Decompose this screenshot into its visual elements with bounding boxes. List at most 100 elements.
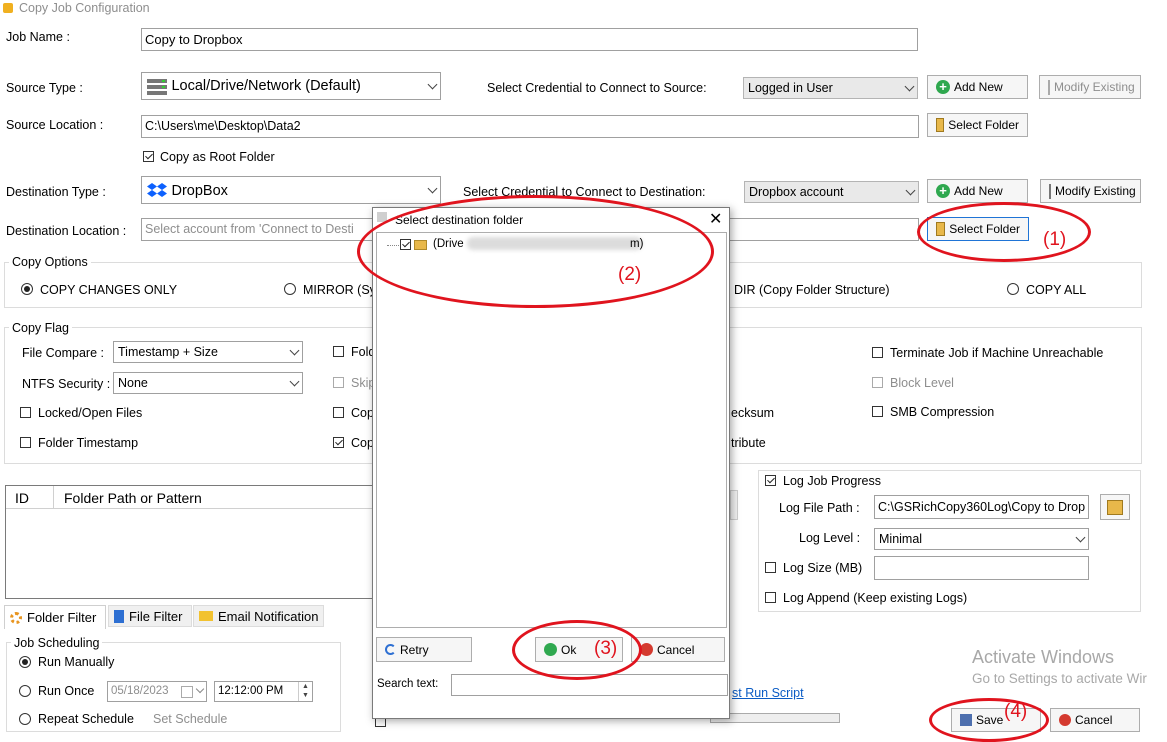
log-size-label: Log Size (MB)	[783, 561, 863, 575]
run-once-date-picker[interactable]: 05/18/2023	[107, 681, 207, 702]
annotation-label-1: (1)	[1043, 229, 1067, 250]
dialog-app-icon	[377, 212, 387, 222]
log-file-path-input[interactable]: C:\GSRichCopy360Log\Copy to Drop	[874, 495, 1089, 519]
watermark-title: Activate Windows	[972, 647, 1115, 667]
destination-credential-select[interactable]: Dropbox account	[744, 181, 919, 203]
select-folder-dialog[interactable]: Select destination folder ✕ (Drive m) Re…	[372, 207, 730, 719]
set-schedule-label[interactable]: Set Schedule	[153, 712, 227, 726]
cancel-button[interactable]: Cancel	[1050, 708, 1140, 732]
gear-icon	[10, 611, 22, 624]
cancel-button-label: Cancel	[1075, 713, 1113, 727]
mirror-radio[interactable]	[284, 283, 296, 295]
col-divider	[53, 486, 54, 508]
save-button[interactable]: Save	[951, 708, 1041, 732]
retry-button[interactable]: Retry	[376, 637, 472, 662]
folder-search-icon	[1107, 499, 1123, 515]
source-select-folder-label: Select Folder	[948, 118, 1019, 132]
run-once-radio[interactable]	[19, 685, 31, 697]
chevron-down-icon	[289, 376, 300, 387]
tab-folder-filter-label: Folder Filter	[27, 610, 97, 625]
checksum-label: ecksum	[731, 406, 775, 420]
run-manually-radio[interactable]	[19, 656, 31, 668]
copy-changes-only-radio[interactable]	[21, 283, 33, 295]
destination-type-select[interactable]: DropBox	[141, 176, 441, 204]
flag-mid4-label: Cop	[351, 436, 374, 450]
envelope-icon	[199, 611, 213, 621]
log-level-select[interactable]: Minimal	[874, 528, 1089, 550]
source-modify-existing-label: Modify Existing	[1054, 80, 1135, 94]
source-type-label: Source Type :	[6, 81, 83, 95]
refresh-icon	[385, 644, 396, 655]
flag-mid3-checkbox[interactable]	[333, 407, 344, 418]
log-file-path-label: Log File Path :	[779, 501, 860, 515]
flag-mid1-checkbox[interactable]	[333, 346, 344, 357]
save-icon	[960, 714, 972, 726]
filter-table-right-part	[730, 490, 738, 520]
log-progress-checkbox[interactable]	[765, 475, 776, 486]
post-run-script-link[interactable]: st Run Script	[732, 686, 804, 700]
col-id-header[interactable]: ID	[15, 490, 29, 506]
run-manually-label: Run Manually	[38, 655, 115, 669]
log-append-checkbox[interactable]	[765, 592, 776, 603]
file-compare-select[interactable]: Timestamp + Size	[113, 341, 303, 363]
source-select-folder-button[interactable]: Select Folder	[927, 113, 1028, 137]
job-name-label: Job Name :	[6, 30, 70, 44]
destination-select-folder-button[interactable]: Select Folder	[927, 217, 1029, 241]
tab-file-filter[interactable]: File Filter	[108, 605, 192, 627]
log-size-checkbox[interactable]	[765, 562, 776, 573]
terminate-job-checkbox[interactable]	[872, 347, 883, 358]
tab-folder-filter[interactable]: Folder Filter	[4, 605, 106, 629]
copy-options-title: Copy Options	[9, 255, 91, 269]
source-type-value: Local/Drive/Network (Default)	[171, 78, 361, 94]
annotation-label-2: (2)	[618, 264, 642, 285]
destination-modify-existing-button[interactable]: Modify Existing	[1040, 179, 1141, 203]
flag-mid2-checkbox[interactable]	[333, 377, 344, 388]
run-once-time-picker[interactable]: 12:12:00 PM ▲ ▼	[214, 681, 313, 702]
chevron-down-icon	[904, 81, 915, 92]
smb-compression-checkbox[interactable]	[872, 406, 883, 417]
terminate-job-label: Terminate Job if Machine Unreachable	[890, 346, 1104, 360]
destination-location-label: Destination Location :	[6, 224, 127, 238]
annotation-label-3: (3)	[594, 638, 618, 659]
chevron-down-icon	[427, 79, 438, 90]
source-location-input[interactable]: C:\Users\me\Desktop\Data2	[141, 115, 919, 138]
run-once-time-value: 12:12:00 PM	[218, 685, 284, 697]
log-browse-button[interactable]	[1100, 494, 1130, 520]
dialog-cancel-button[interactable]: Cancel	[631, 637, 725, 662]
file-compare-label: File Compare :	[22, 346, 104, 360]
job-name-input[interactable]: Copy to Dropbox	[141, 28, 918, 51]
flag-mid4-checkbox[interactable]	[333, 437, 344, 448]
source-modify-existing-button[interactable]: Modify Existing	[1039, 75, 1141, 99]
locked-files-checkbox[interactable]	[20, 407, 31, 418]
source-credential-label: Select Credential to Connect to Source:	[487, 81, 707, 95]
close-icon[interactable]: ✕	[709, 209, 722, 229]
tree-item-checkbox[interactable]	[400, 239, 411, 250]
col-path-header[interactable]: Folder Path or Pattern	[64, 490, 202, 506]
folder-tree[interactable]: (Drive m)	[376, 232, 727, 628]
folder-timestamp-checkbox[interactable]	[20, 437, 31, 448]
ntfs-security-value: None	[118, 376, 148, 390]
log-progress-label: Log Job Progress	[783, 474, 881, 488]
chevron-down-icon	[289, 345, 300, 356]
block-level-checkbox[interactable]	[872, 377, 883, 388]
copy-as-root-checkbox[interactable]	[143, 151, 154, 162]
tree-item-label[interactable]: (Drive	[433, 238, 464, 250]
tab-email-notification[interactable]: Email Notification	[193, 605, 324, 627]
flag-mid3-label: Cop	[351, 406, 374, 420]
filter-table[interactable]: ID Folder Path or Pattern	[5, 485, 373, 599]
source-add-new-button[interactable]: + Add New	[927, 75, 1028, 99]
destination-add-new-button[interactable]: + Add New	[927, 179, 1028, 203]
source-location-label: Source Location :	[6, 118, 104, 132]
source-credential-select[interactable]: Logged in User	[743, 77, 918, 99]
source-type-select[interactable]: Local/Drive/Network (Default)	[141, 72, 441, 100]
dialog-title: Select destination folder	[395, 213, 524, 227]
search-text-input[interactable]	[451, 674, 728, 696]
copy-all-radio[interactable]	[1007, 283, 1019, 295]
log-size-input[interactable]	[874, 556, 1089, 580]
copy-as-root-label: Copy as Root Folder	[160, 150, 275, 164]
destination-credential-label: Select Credential to Connect to Destinat…	[463, 185, 706, 199]
server-icon	[146, 78, 168, 95]
ntfs-security-select[interactable]: None	[113, 372, 303, 394]
app-icon	[3, 3, 13, 13]
repeat-schedule-radio[interactable]	[19, 713, 31, 725]
